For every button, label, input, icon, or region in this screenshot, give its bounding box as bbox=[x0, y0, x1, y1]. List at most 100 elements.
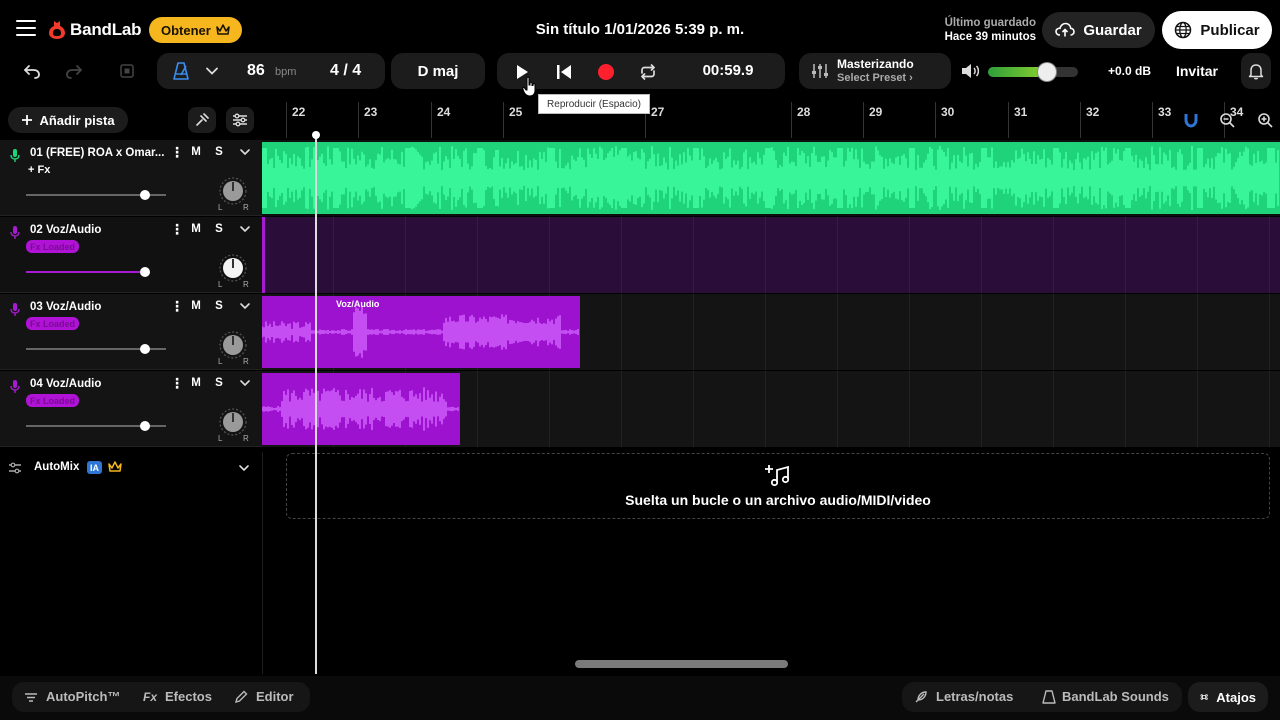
notifications-button[interactable] bbox=[1241, 53, 1271, 89]
command-icon bbox=[1200, 694, 1208, 700]
track-header-3[interactable]: 03 Voz/Audio ⋮ M S Fx Loaded LR bbox=[0, 294, 262, 370]
bandlab-sounds-button[interactable]: BandLab Sounds bbox=[1042, 689, 1169, 704]
solo-button[interactable]: S bbox=[209, 297, 229, 315]
fader-handle[interactable] bbox=[140, 421, 150, 431]
add-fx-button[interactable]: + Fx bbox=[28, 164, 50, 176]
automix-row[interactable]: AutoMix IA bbox=[0, 452, 262, 482]
playhead[interactable] bbox=[315, 134, 317, 674]
autopitch-button[interactable]: AutoPitch™ bbox=[24, 689, 120, 704]
pan-knob[interactable]: LR bbox=[217, 330, 249, 366]
fx-badge[interactable]: Fx Loaded bbox=[26, 240, 80, 253]
snap-magnet-button[interactable] bbox=[1178, 107, 1204, 133]
play-tooltip: Reproducir (Espacio) bbox=[538, 94, 650, 114]
mastering-selector[interactable]: Masterizando Select Preset › bbox=[799, 53, 951, 89]
track-lane-1[interactable] bbox=[262, 140, 1280, 216]
track-menu-icon[interactable]: ⋮ bbox=[170, 299, 184, 313]
skip-back-button[interactable] bbox=[553, 61, 575, 83]
chevron-down-icon[interactable] bbox=[236, 374, 254, 392]
timeline-ruler[interactable]: 22 23 24 25 27 28 29 30 31 32 33 34 bbox=[262, 102, 1280, 138]
audio-region[interactable]: Voz/Audio bbox=[262, 296, 580, 368]
track-name[interactable]: 04 Voz/Audio bbox=[30, 378, 165, 390]
track-settings-button[interactable] bbox=[226, 107, 254, 133]
menu-icon[interactable] bbox=[16, 20, 36, 38]
lyrics-button[interactable]: Letras/notas bbox=[914, 689, 1013, 704]
project-title[interactable]: Sin título 1/01/2026 5:39 p. m. bbox=[440, 21, 840, 38]
editor-button[interactable]: Editor bbox=[234, 689, 294, 704]
mute-button[interactable]: M bbox=[186, 143, 206, 161]
pan-knob[interactable]: LR bbox=[217, 407, 249, 443]
master-volume-slider[interactable] bbox=[988, 63, 1080, 81]
time-signature[interactable]: 4 / 4 bbox=[330, 62, 361, 80]
loop-button[interactable] bbox=[637, 61, 659, 83]
bar-number: 32 bbox=[1086, 105, 1100, 119]
obtener-button[interactable]: Obtener bbox=[149, 17, 242, 43]
mute-button[interactable]: M bbox=[186, 374, 206, 392]
horizontal-scrollbar[interactable] bbox=[575, 660, 788, 668]
key-selector[interactable]: D maj bbox=[391, 53, 485, 89]
publish-button[interactable]: Publicar bbox=[1162, 11, 1272, 49]
track-name[interactable]: 01 (FREE) ROA x Omar... bbox=[30, 147, 165, 159]
chevron-down-icon[interactable] bbox=[205, 64, 219, 78]
track-menu-icon[interactable]: ⋮ bbox=[170, 145, 184, 159]
track-volume-fader[interactable] bbox=[26, 267, 168, 277]
redo-button[interactable] bbox=[56, 53, 92, 89]
add-track-button[interactable]: Añadir pista bbox=[8, 107, 128, 133]
audio-region[interactable] bbox=[262, 142, 1280, 214]
bar-tick bbox=[431, 102, 432, 138]
track-menu-icon[interactable]: ⋮ bbox=[170, 222, 184, 236]
chevron-down-icon[interactable] bbox=[236, 143, 254, 161]
track-volume-fader[interactable] bbox=[26, 190, 168, 200]
bandlab-logo[interactable]: BandLab bbox=[48, 18, 142, 42]
track-lane-3[interactable]: Voz/Audio bbox=[262, 294, 1280, 370]
shortcuts-button[interactable]: Atajos bbox=[1188, 682, 1268, 712]
track-menu-icon[interactable]: ⋮ bbox=[170, 376, 184, 390]
track-header-2[interactable]: 02 Voz/Audio ⋮ M S Fx Loaded LR bbox=[0, 217, 262, 293]
volume-knob[interactable] bbox=[1037, 63, 1056, 81]
waveform bbox=[262, 146, 1279, 210]
fader-handle[interactable] bbox=[140, 344, 150, 354]
bar-tick bbox=[1152, 102, 1153, 138]
track-name[interactable]: 03 Voz/Audio bbox=[30, 301, 165, 313]
automix-label: AutoMix bbox=[34, 461, 80, 473]
solo-button[interactable]: S bbox=[209, 374, 229, 392]
fx-badge[interactable]: Fx Loaded bbox=[26, 394, 80, 407]
zoom-out-button[interactable] bbox=[1214, 107, 1240, 133]
magnet-icon bbox=[1184, 114, 1198, 128]
record-button[interactable] bbox=[595, 61, 617, 83]
audio-region[interactable] bbox=[262, 373, 460, 445]
chevron-down-icon[interactable] bbox=[236, 297, 254, 315]
sounds-icon bbox=[1042, 689, 1056, 704]
effects-button[interactable]: Fx Efectos bbox=[143, 689, 212, 704]
metronome-icon[interactable] bbox=[171, 61, 191, 81]
tuner-button[interactable] bbox=[188, 107, 216, 133]
track-volume-fader[interactable] bbox=[26, 421, 168, 431]
volume-icon[interactable] bbox=[960, 62, 980, 80]
solo-button[interactable]: S bbox=[209, 220, 229, 238]
pan-knob[interactable]: LR bbox=[217, 253, 249, 289]
pan-knob[interactable]: LR bbox=[217, 176, 249, 212]
chevron-down-icon[interactable] bbox=[238, 462, 250, 474]
chevron-down-icon[interactable] bbox=[236, 220, 254, 238]
undo-button[interactable] bbox=[12, 53, 52, 89]
track-lane-4[interactable] bbox=[262, 371, 1280, 447]
mute-button[interactable]: M bbox=[186, 297, 206, 315]
track-header-1[interactable]: 01 (FREE) ROA x Omar... ⋮ M S + Fx LR bbox=[0, 140, 262, 216]
track-header-4[interactable]: 04 Voz/Audio ⋮ M S Fx Loaded LR bbox=[0, 371, 262, 447]
snap-toggle[interactable] bbox=[113, 53, 141, 89]
mastering-preset: Select Preset › bbox=[837, 72, 913, 84]
save-button[interactable]: Guardar bbox=[1042, 12, 1155, 48]
track-name[interactable]: 02 Voz/Audio bbox=[30, 224, 165, 236]
solo-button[interactable]: S bbox=[209, 143, 229, 161]
playhead-handle[interactable] bbox=[312, 131, 320, 139]
fader-handle[interactable] bbox=[140, 190, 150, 200]
fader-handle[interactable] bbox=[140, 267, 150, 277]
track-lane-2[interactable] bbox=[262, 217, 1280, 293]
mic-icon bbox=[10, 380, 20, 393]
invite-button[interactable]: Invitar bbox=[1166, 53, 1228, 89]
fx-badge[interactable]: Fx Loaded bbox=[26, 317, 80, 330]
track-volume-fader[interactable] bbox=[26, 344, 168, 354]
zoom-in-button[interactable] bbox=[1252, 107, 1278, 133]
bpm-value[interactable]: 86 bbox=[247, 62, 265, 80]
mute-button[interactable]: M bbox=[186, 220, 206, 238]
drop-zone[interactable]: Suelta un bucle o un archivo audio/MIDI/… bbox=[286, 453, 1270, 519]
